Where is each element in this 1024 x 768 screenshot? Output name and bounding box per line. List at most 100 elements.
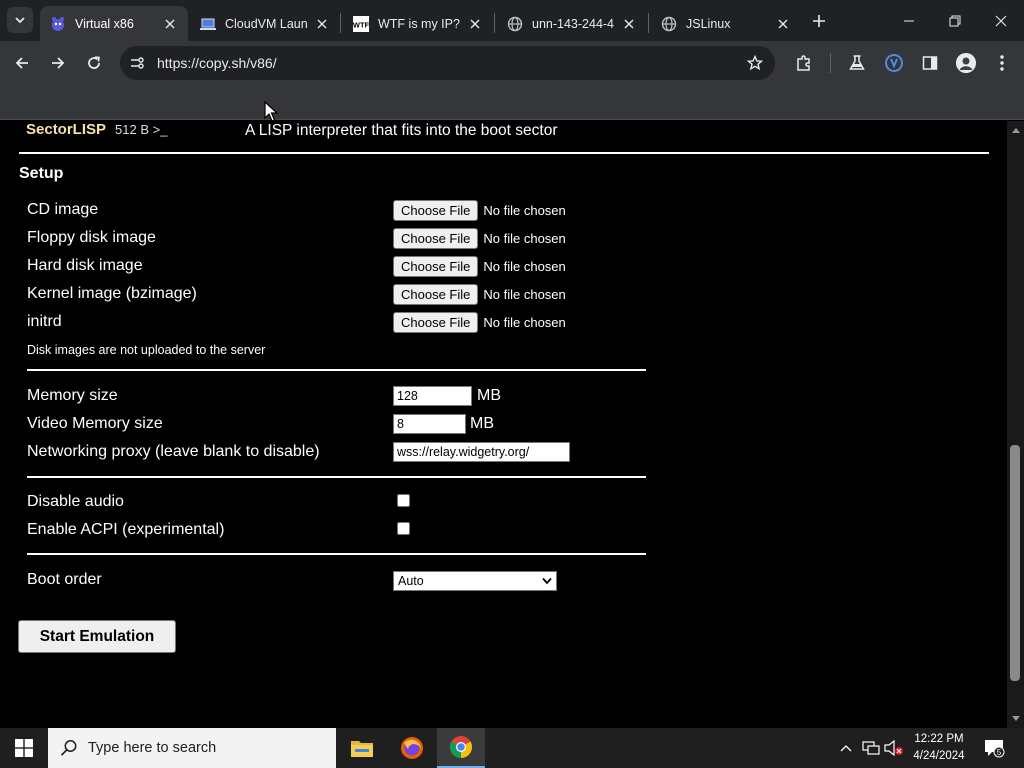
- os-description: A LISP interpreter that fits into the bo…: [245, 122, 558, 139]
- disable-audio-checkbox[interactable]: [397, 494, 410, 507]
- choose-file-button[interactable]: Choose File: [393, 200, 479, 221]
- tab-cloudvm[interactable]: CloudVM Laun: [190, 6, 340, 41]
- site-info-icon[interactable]: [128, 54, 146, 72]
- setup-heading: Setup: [19, 165, 64, 182]
- extension-vpn-button[interactable]: [880, 49, 908, 77]
- close-window-button[interactable]: [978, 0, 1024, 41]
- clock-date: 4/24/2024: [913, 750, 965, 762]
- windows-taskbar: Type here to search 12:22 PM 4/24/2024 5: [0, 728, 1024, 768]
- url-text[interactable]: https://copy.sh/v86/: [157, 55, 277, 71]
- tab-search-button[interactable]: [7, 7, 33, 33]
- memory-size-label: Memory size: [27, 387, 118, 404]
- kebab-menu-icon: [1000, 55, 1004, 71]
- tab-jslinux[interactable]: JSLinux: [651, 6, 801, 41]
- chevron-down-icon: [542, 577, 552, 585]
- hard-disk-image-label: Hard disk image: [27, 257, 143, 274]
- kernel-image-label: Kernel image (bzimage): [27, 285, 197, 302]
- close-tab-icon[interactable]: [467, 16, 483, 32]
- tab-wtf-ip[interactable]: WTF WTF is my IP?!: [343, 6, 493, 41]
- tray-overflow-icon[interactable]: [836, 738, 856, 758]
- file-status: No file chosen: [483, 259, 566, 274]
- tab-unn[interactable]: unn-143-244-4: [497, 6, 647, 41]
- memory-unit: MB: [477, 387, 501, 404]
- windows-start-button[interactable]: [0, 728, 48, 768]
- browser-toolbar: https://copy.sh/v86/: [0, 41, 1024, 85]
- wtf-icon: WTF: [353, 15, 369, 32]
- side-panel-icon: [922, 56, 938, 70]
- chrome-taskbar-button[interactable]: [437, 728, 485, 768]
- network-icon[interactable]: [861, 738, 881, 758]
- tab-separator: [648, 13, 649, 33]
- tab-title: Virtual x86: [75, 16, 134, 31]
- new-tab-button[interactable]: [808, 10, 830, 32]
- extensions-button[interactable]: [790, 49, 818, 77]
- restore-button[interactable]: [932, 0, 978, 41]
- proxy-label: Networking proxy (leave blank to disable…: [27, 443, 320, 460]
- cd-image-file-input[interactable]: Choose File No file chosen: [393, 200, 566, 221]
- file-status: No file chosen: [483, 315, 566, 330]
- taskbar-search-box[interactable]: Type here to search: [48, 728, 336, 768]
- address-bar[interactable]: https://copy.sh/v86/: [120, 46, 775, 80]
- globe-icon: [507, 16, 523, 32]
- chrome-icon: [450, 736, 472, 758]
- back-button[interactable]: [8, 49, 36, 77]
- upload-note: Disk images are not uploaded to the serv…: [27, 343, 266, 357]
- tab-strip: Virtual x86 CloudVM Laun WTF WTF is my I…: [0, 0, 1024, 41]
- scroll-up-icon[interactable]: [1008, 123, 1023, 137]
- minimize-icon: [904, 20, 914, 21]
- enable-acpi-checkbox[interactable]: [397, 522, 410, 535]
- floppy-image-file-input[interactable]: Choose File No file chosen: [393, 228, 566, 249]
- scroll-thumb[interactable]: [1010, 445, 1020, 681]
- tab-title: JSLinux: [686, 16, 731, 31]
- notification-center-button[interactable]: 5: [982, 736, 1006, 760]
- taskbar-clock[interactable]: 12:22 PM 4/24/2024: [904, 731, 974, 765]
- search-icon: [60, 740, 77, 756]
- choose-file-button[interactable]: Choose File: [393, 256, 479, 277]
- video-memory-label: Video Memory size: [27, 415, 163, 432]
- file-explorer-taskbar-button[interactable]: [338, 728, 386, 768]
- divider: [27, 476, 646, 478]
- initrd-file-input[interactable]: Choose File No file chosen: [393, 312, 566, 333]
- hard-disk-image-file-input[interactable]: Choose File No file chosen: [393, 256, 566, 277]
- proxy-input[interactable]: [393, 442, 570, 462]
- close-tab-icon[interactable]: [621, 16, 637, 32]
- notification-icon: 5: [985, 740, 1005, 758]
- forward-button[interactable]: [44, 49, 72, 77]
- video-memory-input[interactable]: [393, 414, 466, 434]
- side-panel-button[interactable]: [916, 49, 944, 77]
- initrd-label: initrd: [27, 313, 62, 330]
- minimize-button[interactable]: [886, 0, 932, 41]
- choose-file-button[interactable]: Choose File: [393, 284, 479, 305]
- scroll-down-icon[interactable]: [1008, 712, 1023, 726]
- disable-audio-label: Disable audio: [27, 493, 124, 510]
- boot-order-label: Boot order: [27, 571, 102, 588]
- close-tab-icon[interactable]: [162, 16, 178, 32]
- file-status: No file chosen: [483, 203, 566, 218]
- tab-title: CloudVM Laun: [225, 16, 308, 31]
- divider: [19, 152, 989, 154]
- choose-file-button[interactable]: Choose File: [393, 312, 479, 333]
- close-tab-icon[interactable]: [314, 16, 330, 32]
- floppy-image-label: Floppy disk image: [27, 229, 156, 246]
- os-entry-sectorlisp[interactable]: SectorLISP 512 B >_: [26, 121, 167, 141]
- boot-order-select[interactable]: Auto: [393, 571, 557, 591]
- choose-file-button[interactable]: Choose File: [393, 228, 479, 249]
- laptop-icon: [200, 16, 216, 32]
- memory-size-input[interactable]: [393, 386, 472, 406]
- close-tab-icon[interactable]: [775, 16, 791, 32]
- file-explorer-icon: [351, 741, 373, 757]
- start-emulation-button[interactable]: Start Emulation: [18, 620, 176, 653]
- firefox-taskbar-button[interactable]: [388, 728, 436, 768]
- tab-virtual-x86[interactable]: Virtual x86: [40, 6, 188, 41]
- kernel-image-file-input[interactable]: Choose File No file chosen: [393, 284, 566, 305]
- bookmarks-bar: [0, 85, 1024, 120]
- reload-button[interactable]: [80, 49, 108, 77]
- profile-button[interactable]: [952, 49, 980, 77]
- volume-muted-icon[interactable]: [884, 738, 904, 758]
- chrome-menu-button[interactable]: [988, 49, 1016, 77]
- divider: [27, 369, 646, 371]
- os-name[interactable]: SectorLISP: [26, 121, 106, 138]
- v86-icon: [50, 16, 66, 32]
- bookmark-star-icon[interactable]: [745, 53, 765, 73]
- labs-button[interactable]: [843, 49, 871, 77]
